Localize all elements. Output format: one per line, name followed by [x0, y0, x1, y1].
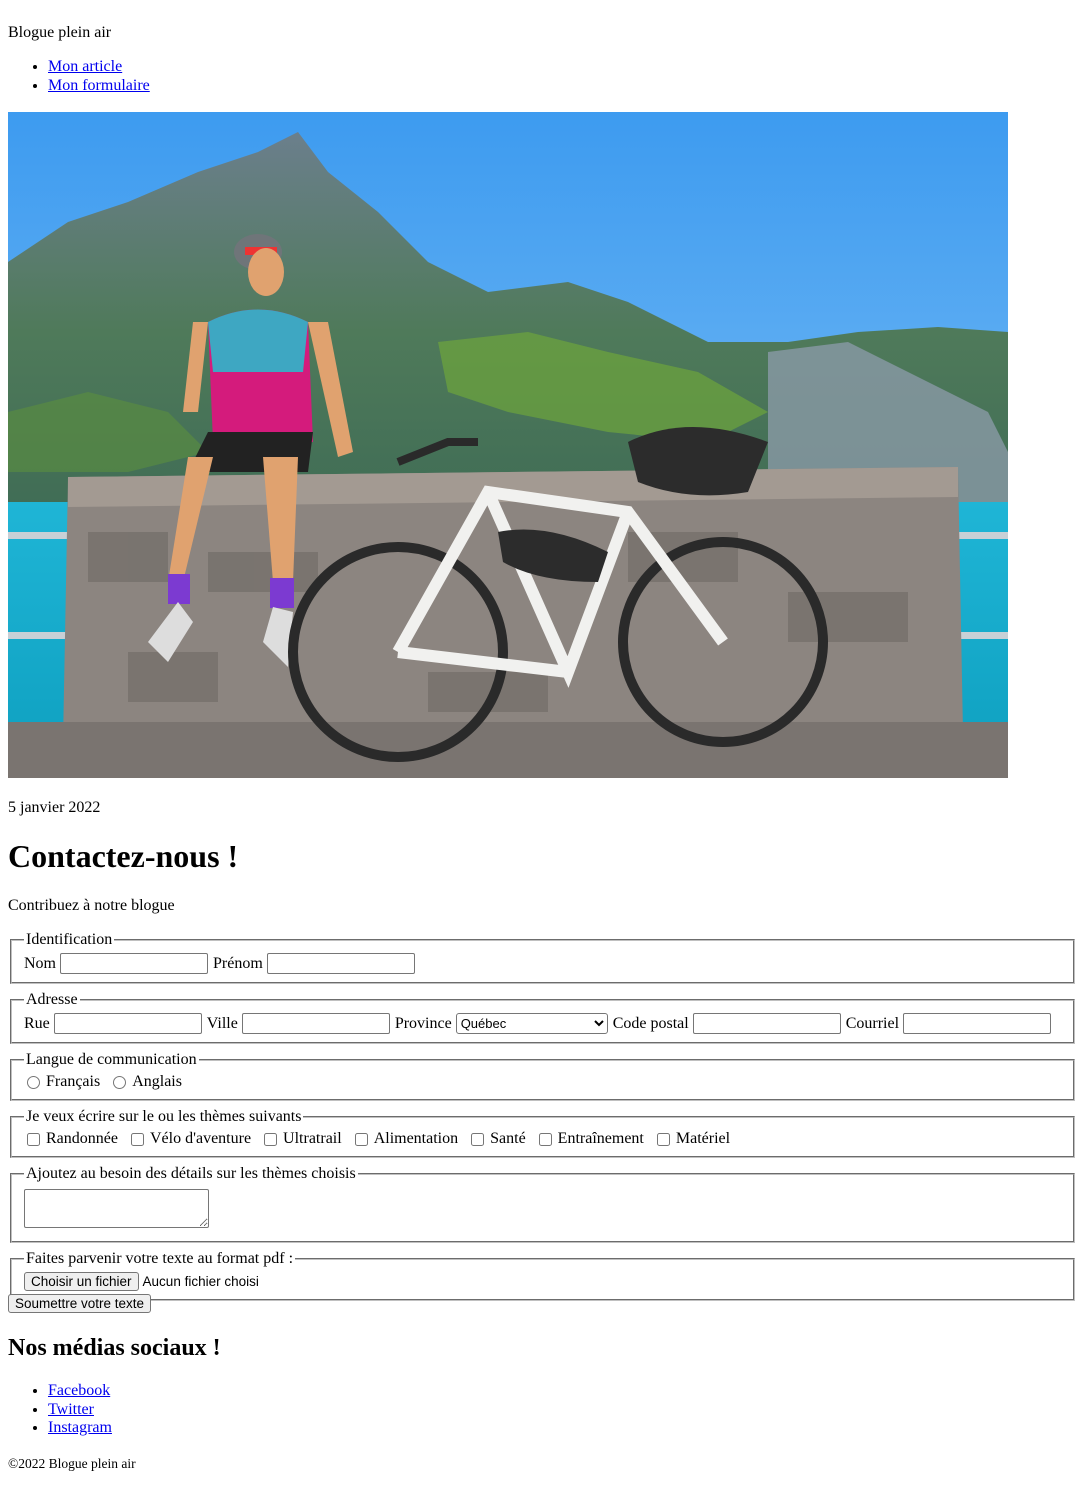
radio-anglais[interactable] [113, 1075, 127, 1089]
themes-row: Randonnée Vélo d'aventure Ultratrail Ali… [24, 1130, 1061, 1148]
theme-option-sante: Santé [468, 1130, 530, 1148]
courriel-input[interactable] [903, 1013, 1052, 1034]
cyclist-photo [8, 112, 1008, 778]
main-nav: Mon article Mon formulaire [8, 58, 150, 95]
legend-langue: Langue de communication [26, 1051, 197, 1068]
details-textarea[interactable] [24, 1189, 209, 1228]
prenom-label: Prénom [213, 954, 263, 972]
instagram-link[interactable]: Instagram [48, 1419, 112, 1436]
label-randonnee: Randonnée [46, 1130, 118, 1147]
prenom-input[interactable] [266, 953, 415, 974]
ville-label: Ville [206, 1014, 238, 1032]
theme-option-velo: Vélo d'aventure [128, 1130, 255, 1148]
rue-label: Rue [24, 1014, 50, 1032]
legend-themes: Je veux écrire sur le ou les thèmes suiv… [26, 1108, 302, 1125]
social-item-twitter: Twitter [48, 1401, 112, 1420]
radio-francais[interactable] [27, 1075, 40, 1089]
social-heading: Nos médias sociaux ! [8, 1335, 221, 1361]
code-postal-input[interactable] [692, 1013, 841, 1034]
theme-option-entrainement: Entraînement [536, 1130, 648, 1148]
label-entrainement: Entraînement [557, 1130, 644, 1147]
fieldset-details: Ajoutez au besoin des détails sur les th… [10, 1165, 1075, 1243]
code-postal-label: Code postal [612, 1014, 689, 1032]
page-subtitle: Contribuez à notre blogue [8, 897, 175, 914]
legend-identification: Identification [26, 931, 113, 948]
nom-label: Nom [24, 954, 56, 972]
social-links: Facebook Twitter Instagram [8, 1382, 112, 1438]
theme-option-alimentation: Alimentation [352, 1130, 462, 1148]
checkbox-randonnee[interactable] [27, 1132, 40, 1146]
theme-option-materiel: Matériel [654, 1130, 734, 1148]
checkbox-entrainement[interactable] [538, 1132, 552, 1146]
nav-item-formulaire: Mon formulaire [48, 77, 150, 96]
fieldset-langue: Langue de communication Français Anglais [10, 1051, 1075, 1101]
ville-input[interactable] [241, 1013, 390, 1034]
social-item-facebook: Facebook [48, 1382, 112, 1401]
province-label: Province [394, 1014, 452, 1032]
checkbox-velo[interactable] [130, 1132, 144, 1146]
theme-option-ultratrail: Ultratrail [261, 1130, 346, 1148]
submit-button[interactable]: Soumettre votre texte [8, 1294, 152, 1313]
hero-image [8, 112, 1008, 778]
file-status: Aucun fichier choisi [142, 1274, 259, 1289]
fieldset-fichier: Faites parvenir votre texte au format pd… [10, 1250, 1075, 1301]
fieldset-adresse: Adresse Rue Ville Province Québec Code p… [10, 991, 1075, 1044]
langue-option-anglais: Anglais [110, 1073, 186, 1091]
contact-form: Identification Nom Prénom Adresse Rue Vi… [8, 931, 1077, 1308]
nom-input[interactable] [60, 953, 208, 974]
checkbox-ultratrail[interactable] [264, 1132, 278, 1146]
legend-fichier: Faites parvenir votre texte au format pd… [26, 1250, 294, 1267]
checkbox-materiel[interactable] [656, 1132, 670, 1146]
page-title: Contactez-nous ! [8, 838, 239, 874]
choose-file-button[interactable]: Choisir un fichier [24, 1272, 139, 1291]
province-select[interactable]: Québec [455, 1013, 608, 1034]
checkbox-sante[interactable] [471, 1132, 485, 1146]
adresse-row: Rue Ville Province Québec Code postal Co… [24, 1013, 1061, 1034]
legend-adresse: Adresse [26, 991, 78, 1008]
label-sante: Santé [490, 1130, 526, 1147]
label-ultratrail: Ultratrail [283, 1130, 342, 1147]
fieldset-identification: Identification Nom Prénom [10, 931, 1075, 984]
nav-item-article: Mon article [48, 58, 150, 77]
legend-details: Ajoutez au besoin des détails sur les th… [26, 1165, 356, 1182]
identification-row: Nom Prénom [24, 953, 1061, 974]
facebook-link[interactable]: Facebook [48, 1382, 110, 1399]
footer-copyright: ©2022 Blogue plein air [8, 1456, 136, 1471]
label-anglais: Anglais [132, 1073, 182, 1090]
label-alimentation: Alimentation [373, 1130, 459, 1147]
fieldset-themes: Je veux écrire sur le ou les thèmes suiv… [10, 1108, 1075, 1158]
label-velo: Vélo d'aventure [149, 1130, 252, 1147]
checkbox-alimentation[interactable] [354, 1132, 368, 1146]
label-materiel: Matériel [675, 1130, 731, 1147]
langue-option-francais: Français [24, 1073, 104, 1091]
rue-input[interactable] [53, 1013, 202, 1034]
courriel-label: Courriel [845, 1014, 900, 1032]
twitter-link[interactable]: Twitter [48, 1401, 94, 1418]
theme-option-randonnee: Randonnée [24, 1130, 122, 1148]
langue-row: Français Anglais [24, 1073, 1061, 1091]
article-date: 5 janvier 2022 [8, 799, 101, 816]
nav-link-formulaire[interactable]: Mon formulaire [48, 77, 150, 94]
label-francais: Français [46, 1073, 101, 1090]
site-title: Blogue plein air [8, 24, 112, 41]
fichier-row: Choisir un fichier Aucun fichier choisi [24, 1272, 1061, 1291]
nav-link-article[interactable]: Mon article [48, 58, 122, 75]
social-item-instagram: Instagram [48, 1419, 112, 1438]
